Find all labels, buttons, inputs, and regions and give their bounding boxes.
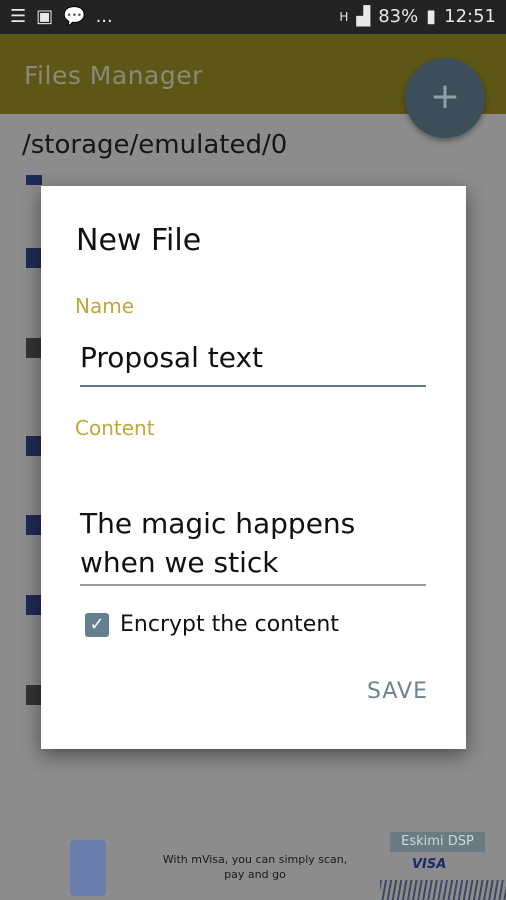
current-path: /storage/emulated/0: [22, 130, 288, 160]
encrypt-label: Encrypt the content: [120, 612, 339, 637]
file-list-item-icon[interactable]: [26, 175, 42, 185]
file-list-item-icon[interactable]: [26, 248, 42, 268]
status-right: H ▟ 83% ▮ 12:51: [339, 6, 496, 27]
image-notification-icon: ▣: [36, 6, 54, 27]
ad-text-line1: With mVisa, you can simply scan,: [162, 853, 348, 866]
ad-brand-badge: Eskimi DSP: [390, 832, 485, 852]
name-value: Proposal text: [80, 341, 264, 374]
ad-text: With mVisa, you can simply scan, pay and…: [155, 852, 355, 882]
check-icon: ✓: [89, 614, 105, 635]
save-button[interactable]: SAVE: [367, 679, 428, 704]
content-label: Content: [75, 416, 155, 440]
visa-logo: VISA: [412, 857, 447, 872]
file-list-item-icon[interactable]: [26, 515, 42, 535]
name-label: Name: [75, 294, 135, 318]
app-title: Files Manager: [24, 61, 203, 90]
content-value-line1: The magic happens: [80, 507, 356, 540]
name-field[interactable]: Proposal text: [80, 341, 426, 387]
ad-text-line2: pay and go: [224, 868, 286, 881]
file-list-item-icon[interactable]: [26, 595, 42, 615]
status-bar: ☰ ▣ 💬 ... H ▟ 83% ▮ 12:51: [0, 0, 506, 34]
clock: 12:51: [444, 6, 496, 27]
more-notifications: ...: [95, 6, 113, 27]
ad-decoration: [380, 880, 506, 900]
add-file-fab[interactable]: +: [405, 58, 485, 138]
signal-icon: ▟: [356, 6, 371, 27]
new-file-dialog: New File Name Proposal text Content The …: [41, 186, 466, 749]
battery-icon: ▮: [426, 6, 437, 27]
content-value-line2: when we stick: [80, 546, 279, 579]
file-list-item-icon[interactable]: [26, 338, 42, 358]
status-left: ☰ ▣ 💬 ...: [10, 6, 113, 27]
dialog-title: New File: [76, 223, 202, 258]
file-list-item-icon[interactable]: [26, 436, 42, 456]
battery-percent: 83%: [378, 6, 419, 27]
menu-notification-icon: ☰: [10, 6, 27, 27]
encrypt-checkbox[interactable]: ✓: [85, 612, 109, 637]
network-icon: H: [339, 9, 349, 24]
phone-image: [70, 840, 106, 896]
content-field[interactable]: The magic happens when we stick: [80, 504, 426, 586]
file-list-item-icon[interactable]: [26, 685, 42, 705]
chat-notification-icon: 💬: [63, 6, 86, 27]
encrypt-option[interactable]: ✓ Encrypt the content: [85, 612, 339, 637]
